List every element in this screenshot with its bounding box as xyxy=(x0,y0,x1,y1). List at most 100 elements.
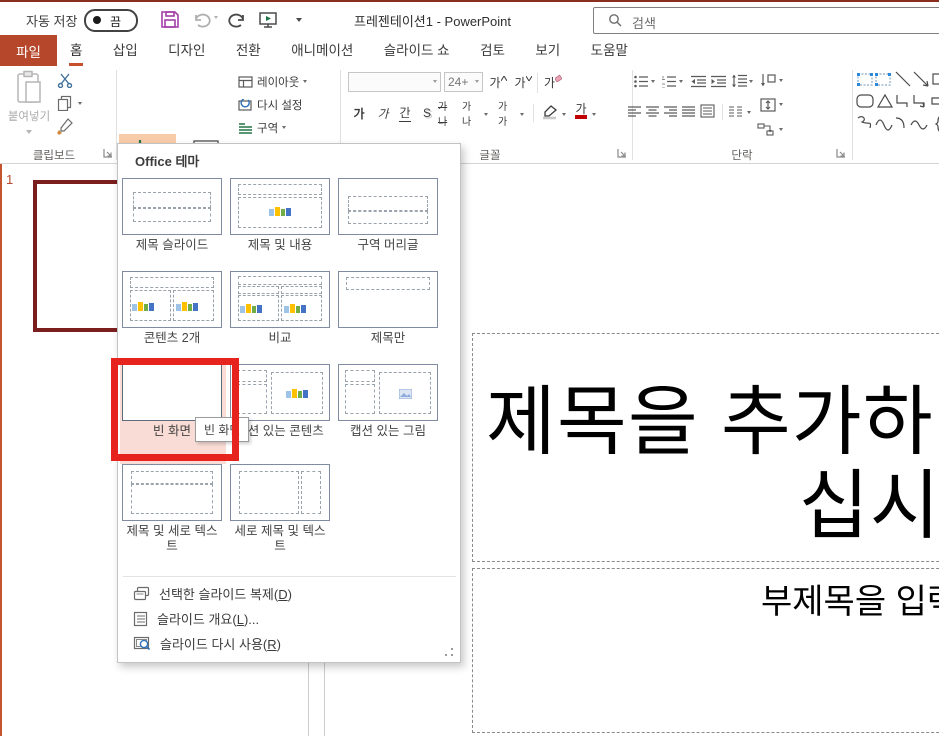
decrease-indent-icon[interactable] xyxy=(691,75,706,88)
text-shadow-button[interactable]: S xyxy=(418,104,436,122)
font-color-button[interactable]: 가 xyxy=(572,102,590,120)
layout-thumbnail xyxy=(338,178,438,235)
character-spacing-button[interactable]: 가나 xyxy=(462,102,480,128)
font-dialog-launcher-icon[interactable] xyxy=(617,148,627,158)
tab-help[interactable]: 도움말 xyxy=(578,35,641,66)
clear-formatting-button[interactable]: 가 xyxy=(544,73,562,91)
redo-icon[interactable] xyxy=(228,11,246,28)
subtitle-placeholder-text: 부제목을 입력 xyxy=(761,583,939,621)
columns-icon[interactable] xyxy=(729,106,743,118)
layout-option-picture-with-caption[interactable]: 캡션 있는 그림 xyxy=(338,364,438,439)
clipboard-dialog-launcher-icon[interactable] xyxy=(103,148,113,158)
align-text-vertical-icon[interactable] xyxy=(760,98,776,112)
tab-design[interactable]: 디자인 xyxy=(155,35,218,66)
change-case-dropdown-icon[interactable] xyxy=(520,113,524,118)
undo-icon[interactable] xyxy=(193,11,211,28)
text-direction-icon[interactable] xyxy=(760,73,776,88)
layout-option-section-header[interactable]: 구역 머리글 xyxy=(338,178,438,253)
section-button[interactable]: 구역 xyxy=(238,120,287,136)
search-input[interactable]: 검색 xyxy=(593,7,939,34)
italic-button[interactable]: 가 xyxy=(374,104,392,122)
layout-thumbnail xyxy=(230,271,330,328)
section-dropdown-icon xyxy=(282,125,287,131)
layout-thumbnail xyxy=(122,464,222,521)
text-direction-dropdown-icon[interactable] xyxy=(779,79,783,84)
paragraph-dialog-launcher-icon[interactable] xyxy=(836,148,846,158)
qat-customize-icon[interactable] xyxy=(296,18,302,25)
font-group-label: 글꼴 xyxy=(479,150,501,162)
autosave-toggle[interactable]: 끔 xyxy=(84,9,138,32)
line-spacing-dropdown-icon[interactable] xyxy=(749,80,753,85)
start-slideshow-icon[interactable] xyxy=(258,10,278,29)
font-color-dropdown-icon[interactable] xyxy=(592,113,596,118)
tab-insert[interactable]: 삽입 xyxy=(100,35,151,66)
paste-button[interactable]: 붙여넣기 xyxy=(6,70,52,143)
layout-button[interactable]: 레이아웃 xyxy=(238,74,308,90)
reset-button[interactable]: 다시 설정 xyxy=(238,97,303,113)
menu-item-duplicate-selected-slides[interactable]: 선택한 슬라이드 복제(D) xyxy=(118,581,461,606)
bullet-list-icon[interactable] xyxy=(634,75,649,88)
tab-transitions[interactable]: 전환 xyxy=(223,35,274,66)
clipboard-group-label: 클립보드 xyxy=(32,150,76,162)
tab-review[interactable]: 검토 xyxy=(467,35,518,66)
increase-font-size-button[interactable]: 가 xyxy=(489,73,507,91)
reset-label: 다시 설정 xyxy=(257,100,303,112)
bold-button[interactable]: 가 xyxy=(350,104,368,122)
justify-icon[interactable] xyxy=(682,106,695,118)
layout-option-title-and-content[interactable]: 제목 및 내용 xyxy=(230,178,330,253)
menu-item-reuse-slides[interactable]: 슬라이드 다시 사용(R) xyxy=(118,631,461,656)
cut-icon[interactable] xyxy=(57,73,74,88)
layout-option-comparison[interactable]: 비교 xyxy=(230,271,330,346)
save-icon[interactable] xyxy=(160,9,180,30)
copy-icon[interactable] xyxy=(57,95,73,111)
columns-dropdown-icon[interactable] xyxy=(747,111,751,116)
bullet-list-dropdown-icon[interactable] xyxy=(651,80,655,85)
layout-option-two-content[interactable]: 콘텐츠 2개 xyxy=(122,271,222,346)
powerpoint-window: { "window": { "autosave_label": "자동 저장",… xyxy=(0,0,939,736)
document-title: 프레젠테이션1 - PowerPoint xyxy=(354,14,512,29)
tab-file[interactable]: 파일 xyxy=(0,35,57,66)
tab-view[interactable]: 보기 xyxy=(522,35,573,66)
tab-home[interactable]: 홈 xyxy=(57,35,95,66)
font-size-combo[interactable]: 24+ xyxy=(444,72,483,92)
decrease-font-size-button[interactable]: 가 xyxy=(514,73,532,91)
layout-thumbnail xyxy=(338,271,438,328)
content-icons xyxy=(240,304,262,313)
smartart-dropdown-icon[interactable] xyxy=(779,128,783,133)
menu-resize-grip[interactable] xyxy=(445,648,455,658)
align-right-icon[interactable] xyxy=(664,106,677,118)
strikethrough-button[interactable]: 가나 xyxy=(438,102,456,128)
format-painter-icon[interactable] xyxy=(56,118,74,136)
distribute-text-icon[interactable] xyxy=(700,104,715,118)
align-center-icon[interactable] xyxy=(646,106,659,118)
undo-dropdown-icon[interactable] xyxy=(214,16,218,21)
tab-animations[interactable]: 애니메이션 xyxy=(278,35,366,66)
highlight-pen-icon[interactable] xyxy=(541,104,559,120)
change-case-button[interactable]: 가가 xyxy=(498,102,516,128)
copy-dropdown-icon[interactable] xyxy=(78,102,82,107)
character-spacing-dropdown-icon[interactable] xyxy=(484,113,488,118)
shapes-gallery[interactable] xyxy=(856,70,939,134)
layout-option-title-only[interactable]: 제목만 xyxy=(338,271,438,346)
numbered-list-icon[interactable] xyxy=(662,75,677,88)
menu-item-slides-from-outline[interactable]: 슬라이드 개요(L)... xyxy=(118,606,461,631)
tab-slideshow[interactable]: 슬라이드 쇼 xyxy=(371,35,463,66)
menu-item-label: 슬라이드 개요(L)... xyxy=(157,612,260,627)
underline-button[interactable]: 간 xyxy=(396,104,414,122)
line-spacing-icon[interactable] xyxy=(731,74,747,88)
convert-to-smartart-icon[interactable] xyxy=(757,122,775,137)
search-placeholder: 검색 xyxy=(632,16,656,31)
ribbon-tab-bar: 파일 홈 삽입 디자인 전환 애니메이션 슬라이드 쇼 검토 보기 도움말 xyxy=(0,35,939,66)
increase-indent-icon[interactable] xyxy=(711,75,726,88)
paste-dropdown-icon[interactable] xyxy=(26,130,32,137)
numbered-list-dropdown-icon[interactable] xyxy=(679,80,683,85)
annotation-highlight-box xyxy=(111,358,239,461)
layout-option-title-and-vertical-text[interactable]: 제목 및 세로 텍스트 xyxy=(122,464,222,554)
layout-option-vertical-title-and-text[interactable]: 세로 제목 및 텍스트 xyxy=(230,464,330,554)
layout-option-title-slide[interactable]: 제목 슬라이드 xyxy=(122,178,222,253)
highlight-dropdown-icon[interactable] xyxy=(562,113,566,118)
align-left-icon[interactable] xyxy=(628,106,641,118)
align-text-dropdown-icon[interactable] xyxy=(779,103,783,108)
font-name-combo[interactable] xyxy=(348,72,441,92)
reset-icon xyxy=(238,98,253,112)
